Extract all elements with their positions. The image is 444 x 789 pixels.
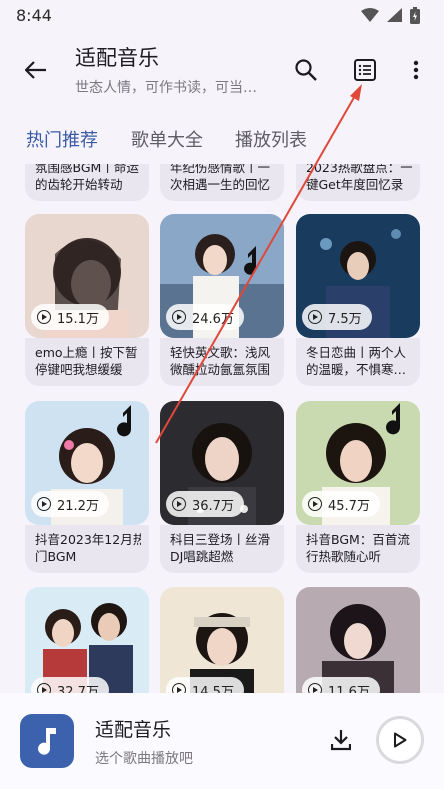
play-count: 24.6万: [192, 311, 234, 327]
card-caption: 年纪伤感情歌丨一 次相遇一生的回忆: [160, 164, 284, 201]
play-count-icon: [172, 683, 186, 693]
card-caption: 抖音2023年12月热 门BGM: [25, 525, 149, 573]
card-title-line: 的齿轮开始转动: [35, 177, 123, 192]
play-count: 21.2万: [57, 498, 99, 514]
play-count: 11.6万: [328, 684, 370, 694]
card-title-line: 抖音BGM：百首流: [306, 532, 410, 547]
tab-playlists[interactable]: 歌单大全: [131, 126, 203, 152]
album-art: [20, 714, 74, 768]
play-count: 15.1万: [57, 311, 99, 327]
search-button[interactable]: [288, 52, 324, 88]
playlist-button[interactable]: [347, 52, 383, 88]
play-count-icon: [172, 497, 186, 511]
play-count-badge: 14.5万: [166, 677, 244, 693]
card-caption: 冬日恋曲丨两个人 的温暖，不惧寒…: [296, 338, 420, 386]
back-button[interactable]: [18, 52, 54, 88]
search-icon: [295, 59, 317, 81]
play-count: 36.7万: [192, 498, 234, 514]
card-title-line: emo上瘾丨按下暂: [35, 345, 138, 360]
status-time: 8:44: [16, 5, 52, 25]
play-count-badge: 36.7万: [166, 491, 244, 517]
play-count-icon: [308, 497, 322, 511]
more-options-button[interactable]: [398, 52, 434, 88]
download-button[interactable]: [322, 721, 360, 759]
card-title-line: 2023热歌盘点：一: [306, 164, 412, 175]
play-count-icon: [172, 310, 186, 324]
playlist-cover: 24.6万: [160, 214, 284, 338]
card-caption: 抖音BGM：百首流 行热歌随心听: [296, 525, 420, 573]
card-title-line: 行热歌随心听: [306, 549, 382, 564]
card-caption: 氛围感BGM丨命运 的齿轮开始转动: [25, 164, 149, 201]
play-count-badge: 11.6万: [302, 677, 380, 693]
playlist-cover: 21.2万: [25, 401, 149, 525]
card-title-line: 停键吧我想缓缓: [35, 362, 123, 377]
card-title-line: 微醺拉动氤氲氛围: [170, 362, 271, 377]
mini-player[interactable]: 适配音乐 选个歌曲播放吧: [0, 693, 444, 789]
playlist-cover: 11.6万: [296, 587, 420, 693]
wifi-icon: [361, 8, 379, 22]
playlist-cover: 36.7万: [160, 401, 284, 525]
battery-icon: [410, 6, 420, 24]
play-count-badge: 21.2万: [31, 491, 109, 517]
card-title-line: 的温暖，不惧寒…: [306, 362, 407, 377]
playlist-cover: 7.5万: [296, 214, 420, 338]
music-note-icon: [38, 728, 56, 755]
play-count: 32.7万: [57, 684, 99, 694]
play-count-badge: 7.5万: [302, 304, 372, 330]
player-subtitle: 选个歌曲播放吧: [95, 751, 193, 767]
card-caption: 2023热歌盘点：一 键Get年度回忆录: [296, 164, 420, 201]
play-count: 7.5万: [328, 311, 362, 327]
play-count-icon: [37, 310, 51, 324]
tab-hot[interactable]: 热门推荐: [26, 126, 98, 152]
player-title: 适配音乐: [95, 719, 172, 741]
status-icons: [361, 6, 420, 24]
status-bar: 8:44: [0, 0, 444, 30]
card-title-line: 抖音2023年12月热: [35, 532, 141, 547]
card-title-line: 科目三登场丨丝滑: [170, 532, 271, 547]
card-title-line: 门BGM: [35, 549, 77, 564]
app-header: 适配音乐 世态人情，可作书读，可当…: [0, 30, 444, 110]
tab-play-queue[interactable]: 播放列表: [235, 126, 307, 152]
list-icon: [354, 59, 376, 81]
play-count-badge: 24.6万: [166, 304, 244, 330]
page-subtitle: 世态人情，可作书读，可当…: [75, 80, 257, 96]
download-icon: [331, 730, 351, 751]
more-vert-icon: [413, 60, 419, 80]
play-count-badge: 15.1万: [31, 304, 109, 330]
card-title-line: DJ唱跳超燃: [170, 549, 234, 564]
play-count-icon: [308, 310, 322, 324]
play-count-badge: 32.7万: [31, 677, 109, 693]
card-title-line: 次相遇一生的回忆: [170, 177, 271, 192]
card-caption: 科目三登场丨丝滑 DJ唱跳超燃: [160, 525, 284, 573]
play-count: 14.5万: [192, 684, 234, 694]
playlist-grid: 氛围感BGM丨命运 的齿轮开始转动 年纪伤感情歌丨一 次相遇一生的回忆 2023…: [0, 164, 444, 693]
play-count-icon: [308, 683, 322, 693]
playlist-cover: 14.5万: [160, 587, 284, 693]
playlist-cover: 32.7万: [25, 587, 149, 693]
signal-icon: [387, 8, 402, 22]
play-count-badge: 45.7万: [302, 491, 380, 517]
play-count-icon: [37, 497, 51, 511]
tab-bar: 热门推荐 歌单大全 播放列表: [0, 114, 444, 164]
card-title-line: 键Get年度回忆录: [306, 177, 404, 192]
playlist-cover: 45.7万: [296, 401, 420, 525]
card-caption: 轻快英文歌：浅风 微醺拉动氤氲氛围: [160, 338, 284, 386]
card-caption: emo上瘾丨按下暂 停键吧我想缓缓: [25, 338, 149, 386]
card-title-line: 氛围感BGM丨命运: [35, 164, 139, 175]
card-title-line: 冬日恋曲丨两个人: [306, 345, 407, 360]
card-title-line: 年纪伤感情歌丨一: [170, 164, 271, 175]
play-icon: [394, 732, 407, 748]
play-count: 45.7万: [328, 498, 370, 514]
back-arrow-icon: [25, 61, 46, 79]
card-title-line: 轻快英文歌：浅风: [170, 345, 271, 360]
play-count-icon: [37, 683, 51, 693]
playlist-cover: 15.1万: [25, 214, 149, 338]
page-title: 适配音乐: [75, 46, 159, 70]
play-button[interactable]: [376, 716, 424, 764]
